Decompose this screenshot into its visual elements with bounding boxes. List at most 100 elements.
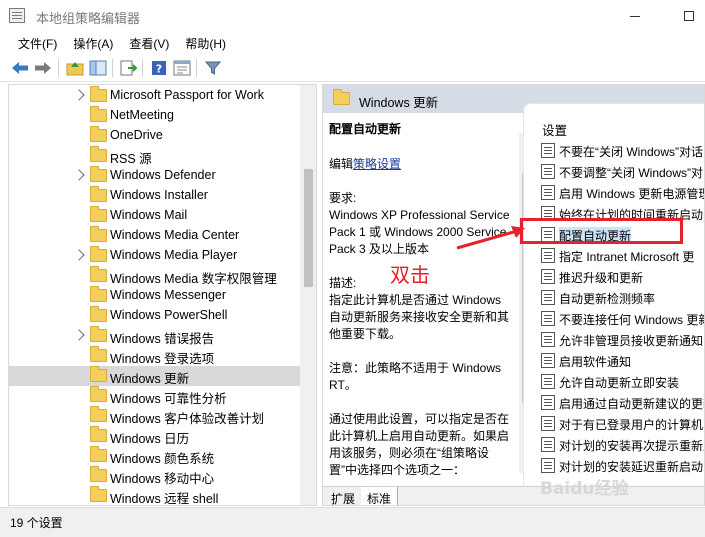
edit-policy-link[interactable]: 策略设置 [353,157,401,171]
setting-label: 对计划的安装延迟重新启动 [559,460,704,474]
setting-row[interactable]: 不要连接任何 Windows 更新 [524,308,704,329]
tree-item[interactable]: Windows 移动中心 [9,466,301,486]
usage-text: 通过使用此设置，可以指定是否在此计算机上启用自动更新。如果启用该服务，则必须在“… [329,412,510,477]
tree-item[interactable]: Windows Defender [9,166,301,186]
description-panel: 配置自动更新 编辑策略设置 要求: Windows XP Professiona… [323,113,519,486]
tree-item[interactable]: Windows 更新 [9,366,301,386]
policy-setting-icon [541,332,555,347]
chevron-right-icon[interactable] [73,169,85,181]
tab-extended[interactable]: 扩展 [325,487,363,505]
setting-row[interactable]: 允许非管理员接收更新通知 [524,329,704,350]
setting-label: 启用软件通知 [559,355,632,369]
tree-item[interactable]: RSS 源 [9,146,301,166]
folder-icon [90,86,107,102]
folder-icon [90,466,107,482]
window-title: 本地组策略编辑器 [36,11,141,26]
tree-item-label: Windows Mail [110,208,188,222]
setting-row[interactable]: 不要在“关闭 Windows”对话 [524,140,704,161]
setting-row[interactable]: 启用软件通知 [524,350,704,371]
folder-icon [90,266,107,282]
maximize-button[interactable] [666,0,705,32]
setting-label: 允许自动更新立即安装 [559,376,680,390]
policy-setting-icon [541,311,555,326]
minimize-icon [630,15,640,17]
tree-item[interactable]: Windows Mail [9,206,301,226]
setting-row[interactable]: 自动更新检测频率 [524,287,704,308]
tree-item[interactable]: Windows Media Center [9,226,301,246]
tree-item[interactable]: Windows Messenger [9,286,301,306]
properties-icon[interactable] [172,58,192,78]
folder-icon [90,366,107,382]
setting-row[interactable]: 允许自动更新立即安装 [524,371,704,392]
setting-label: 自动更新检测频率 [559,292,656,306]
tree-item[interactable]: NetMeeting [9,106,301,126]
menu-help[interactable]: 帮助(H) [177,32,234,54]
svg-text:?: ? [156,63,162,76]
setting-label: 对于有已登录用户的计算机 [559,418,704,432]
setting-row[interactable]: 对于有已登录用户的计算机 [524,413,704,434]
setting-label: 对计划的安装再次提示重新启 [559,439,705,453]
policy-setting-icon [541,269,555,284]
tree-item[interactable]: OneDrive [9,126,301,146]
tree-item[interactable]: Windows 远程 shell [9,486,301,505]
setting-row[interactable]: 推迟升级和更新 [524,266,704,287]
setting-row[interactable]: 启用 Windows 更新电源管理 [524,182,704,203]
tree-item[interactable]: Windows Media Player [9,246,301,266]
tree-item[interactable]: Windows Media 数字权限管理 [9,266,301,286]
setting-row[interactable]: 对计划的安装延迟重新启动 [524,455,704,476]
watermark: Baidu经验 [540,479,629,499]
policy-setting-icon [541,458,555,473]
export-list-icon[interactable] [118,58,138,78]
tree-item-label: NetMeeting [110,108,174,122]
setting-row[interactable]: 对计划的安装再次提示重新启 [524,434,705,455]
tree-item[interactable]: Windows 客户体验改善计划 [9,406,301,426]
tree-item[interactable]: Windows 登录选项 [9,346,301,366]
highlight-box [520,218,683,244]
back-icon[interactable] [10,58,30,78]
help-icon[interactable]: ? [149,58,169,78]
chevron-right-icon[interactable] [73,249,85,261]
setting-label: 不要在“关闭 Windows”对话 [559,145,704,159]
setting-row[interactable]: 指定 Intranet Microsoft 更 [524,245,704,266]
tree-item-label: Windows Installer [110,188,208,202]
chevron-right-icon[interactable] [73,89,85,101]
description-title: 配置自动更新 [329,122,402,136]
maximize-icon [684,11,694,21]
forward-icon[interactable] [33,58,53,78]
setting-label: 指定 Intranet Microsoft 更 [559,250,695,264]
menu-action[interactable]: 操作(A) [65,32,121,54]
menu-file[interactable]: 文件(F) [10,32,65,54]
tab-standard[interactable]: 标准 [361,487,399,505]
folder-icon [90,186,107,202]
tree-item[interactable]: Windows 日历 [9,426,301,446]
policy-setting-icon [541,185,555,200]
folder-icon [90,166,107,182]
tree-item[interactable]: Windows Installer [9,186,301,206]
settings-list: 设置 不要在“关闭 Windows”对话不要调整“关闭 Windows”对 启用 … [523,103,705,486]
tree-item-label: Windows 登录选项 [110,352,215,366]
setting-row[interactable]: 不要调整“关闭 Windows”对 [524,161,704,182]
folder-icon [90,486,107,502]
menu-view[interactable]: 查看(V) [121,32,177,54]
policy-setting-icon [541,143,555,158]
policy-setting-icon [541,374,555,389]
setting-row[interactable]: 启用通过自动更新建议的更新 [524,392,704,413]
policy-setting-icon [541,395,555,410]
tree-item[interactable]: Windows 颜色系统 [9,446,301,466]
policy-setting-icon [541,437,555,452]
tree-item[interactable]: Windows PowerShell [9,306,301,326]
settings-column-header[interactable]: 设置 [542,120,567,139]
tree-item-label: Windows Defender [110,168,216,182]
folder-icon [90,386,107,402]
tree-item[interactable]: Windows 可靠性分析 [9,386,301,406]
filter-icon[interactable] [203,58,223,78]
tree-scrollbar-thumb[interactable] [304,169,313,287]
show-hide-tree-icon[interactable] [88,58,108,78]
tree-scrollbar[interactable] [300,85,316,505]
minimize-button[interactable] [612,0,658,32]
tree-item[interactable]: Windows 错误报告 [9,326,301,346]
chevron-right-icon[interactable] [73,329,85,341]
tree-item[interactable]: Microsoft Passport for Work [9,86,301,106]
status-text: 19 个设置 [10,516,63,530]
up-folder-icon[interactable] [65,58,85,78]
